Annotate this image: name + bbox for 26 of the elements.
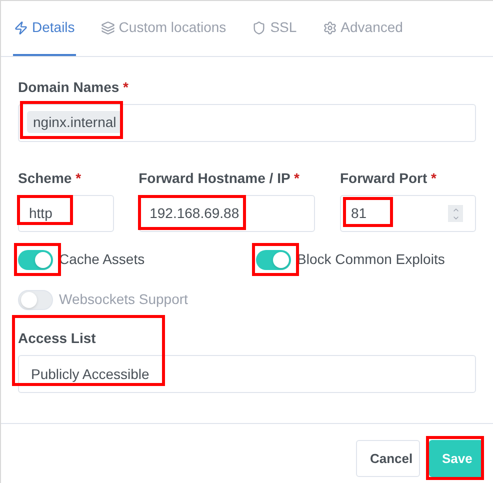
hostname-field[interactable]: 192.168.69.88	[138, 195, 315, 232]
domain-names-field[interactable]: nginx.internal	[18, 104, 476, 142]
lightning-icon	[14, 20, 28, 34]
toggle-switch[interactable]	[18, 250, 53, 270]
field-value: 192.168.69.88	[150, 204, 240, 220]
tab[interactable]: Details	[13, 1, 76, 56]
field-label: Access List	[18, 329, 97, 348]
field-label: Forward Port *	[340, 169, 438, 188]
field-label: Scheme *	[18, 169, 82, 188]
layers-icon	[100, 20, 115, 34]
toggle-switch[interactable]	[18, 290, 53, 310]
shield-icon	[252, 20, 266, 34]
field-label: Domain Names *	[18, 78, 130, 97]
port-field[interactable]: 81	[340, 195, 476, 232]
field-value: 81	[351, 204, 367, 220]
field-value: Publicly Accessible	[31, 364, 150, 384]
field-value: http	[29, 204, 52, 220]
scheme-field[interactable]: http	[18, 195, 114, 232]
spinner-icon[interactable]	[448, 205, 463, 222]
toggle-label: Websockets Support	[59, 290, 188, 309]
toggle-switch[interactable]	[256, 250, 291, 270]
cancel-button[interactable]: Cancel	[356, 440, 420, 477]
field-label: Forward Hostname / IP *	[138, 169, 300, 188]
settings-icon	[322, 20, 337, 34]
domain-chip: nginx.internal	[27, 111, 122, 133]
access-list-field[interactable]: Publicly Accessible	[18, 355, 476, 393]
